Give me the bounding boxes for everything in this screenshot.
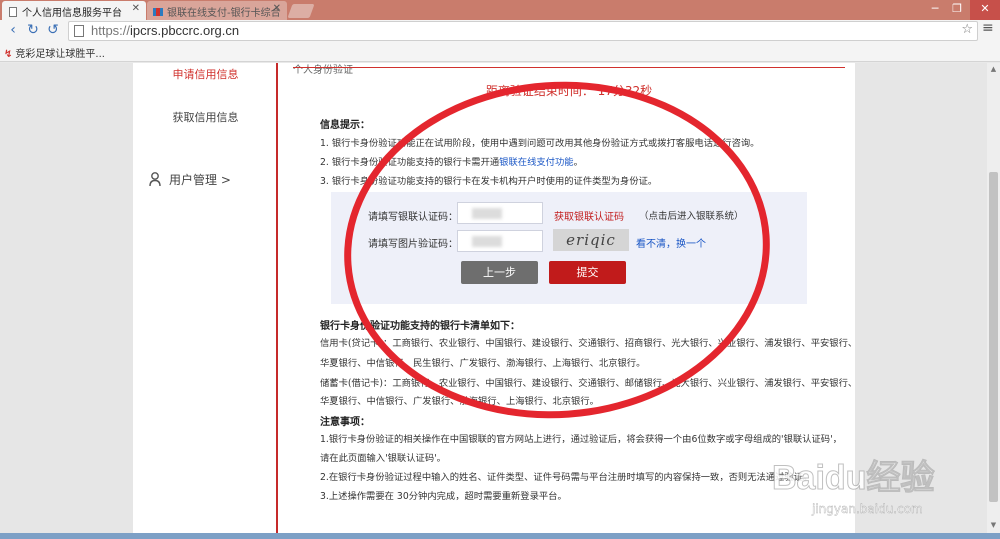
info-line-3: 3. 银行卡身份验证功能支持的银行卡在发卡机构开户时使用的证件类型为身份证。: [320, 176, 658, 187]
user-icon: [149, 172, 161, 187]
captcha-image[interactable]: eriqic: [553, 229, 629, 251]
minimize-icon[interactable]: ─: [924, 0, 946, 20]
unionpay-code-input[interactable]: [457, 202, 543, 224]
browser-toolbar: ‹ ↻ ↺ https://ipcrs.pbccrc.org.cn ☆: [0, 20, 1000, 42]
bookmarks-bar: ↯ 竞彩足球让球胜平...: [0, 42, 1000, 62]
page-icon: [74, 25, 84, 37]
unionpay-online-link[interactable]: 银联在线支付功能: [499, 157, 573, 168]
divider: [293, 67, 845, 68]
info-title: 信息提示：: [320, 120, 370, 131]
restore-icon[interactable]: ❐: [946, 0, 968, 20]
new-tab-button[interactable]: [287, 4, 315, 18]
bookmark-icon: ↯: [4, 49, 13, 60]
captcha-label: 请填写图片验证码：: [368, 239, 458, 250]
notes-title: 注意事项：: [320, 417, 370, 428]
credit-card-banks-2: 华夏银行、中信银行、民生银行、广发银行、渤海银行、上海银行、北京银行。: [320, 358, 646, 369]
reload-icon[interactable]: ↺: [44, 22, 62, 40]
captcha-input[interactable]: [457, 230, 543, 252]
info-line-1: 1. 银行卡身份验证功能正在试用阶段，使用中遇到问题可改用其他身份验证方式或拨打…: [320, 138, 760, 149]
close-tab-icon[interactable]: ✕: [273, 3, 281, 14]
note-line-1: 1.银行卡身份验证的相关操作在中国银联的官方网站上进行，通过验证后，将会获得一个…: [320, 434, 842, 445]
tab-label: 银联在线支付-银行卡综合: [167, 8, 281, 19]
sidebar: 申请信用信息 获取信用信息 用户管理 >: [133, 63, 278, 533]
blurred-value: [472, 208, 502, 219]
tab-unionpay[interactable]: 银联在线支付-银行卡综合 ✕: [147, 1, 287, 20]
tab-credit-platform[interactable]: 个人信用信息服务平台 ✕: [2, 1, 146, 20]
content-area: 个人身份验证 距离验证结束时间： 17分32秒 信息提示： 1. 银行卡身份验证…: [293, 63, 857, 533]
address-bar[interactable]: https://ipcrs.pbccrc.org.cn ☆: [68, 21, 978, 41]
tab-label: 个人信用信息服务平台: [22, 8, 122, 19]
get-unionpay-code-link[interactable]: 获取银联认证码: [554, 208, 624, 223]
watermark-url: jingyan.baidu.com: [812, 502, 923, 516]
credit-card-banks-1: 信用卡(贷记卡)：工商银行、农业银行、中国银行、建设银行、交通银行、招商银行、光…: [320, 338, 858, 349]
forward-icon[interactable]: ↻: [24, 22, 42, 40]
bookmark-star-icon[interactable]: ☆: [961, 22, 973, 37]
unionpay-icon: [153, 8, 163, 16]
countdown-timer: 距离验证结束时间： 17分32秒: [485, 84, 653, 98]
browser-tabbar: 个人信用信息服务平台 ✕ 银联在线支付-银行卡综合 ✕ ─ ❐ ✕: [0, 0, 1000, 20]
info-line-2: 2. 银行卡身份验证功能支持的银行卡需开通银联在线支付功能。: [320, 157, 583, 168]
back-button[interactable]: 上一步: [461, 261, 538, 284]
scrollbar[interactable]: ▲ ▼: [987, 63, 1000, 533]
bank-list-title: 银行卡身份验证功能支持的银行卡清单如下：: [320, 321, 520, 332]
scroll-thumb[interactable]: [989, 172, 998, 502]
main-panel: 申请信用信息 获取信用信息 用户管理 > 个人身份验证 距离验证结束时间： 17…: [133, 63, 857, 533]
sidebar-item-get[interactable]: 获取信用信息: [133, 109, 278, 125]
close-window-icon[interactable]: ✕: [970, 0, 1000, 20]
sidebar-item-user-management[interactable]: 用户管理 >: [149, 171, 231, 188]
baidu-watermark: Baidu经验 jingyan.baidu.com: [771, 450, 987, 530]
debit-card-banks-1: 储蓄卡(借记卡)：工商银行、农业银行、中国银行、建设银行、交通银行、邮储银行、光…: [320, 378, 858, 389]
bookmark-item[interactable]: ↯ 竞彩足球让球胜平...: [4, 45, 105, 60]
section-heading: 个人身份验证: [293, 65, 353, 76]
blurred-value: [472, 236, 502, 247]
close-tab-icon[interactable]: ✕: [132, 3, 140, 14]
note-line-2: 请在此页面输入'银联认证码'。: [320, 453, 446, 464]
get-code-hint: （点击后进入银联系统）: [639, 211, 744, 222]
watermark-logo: Baidu经验: [771, 459, 935, 498]
refresh-captcha-link[interactable]: 看不清，换一个: [636, 235, 706, 250]
page-icon: [9, 7, 17, 17]
unionpay-code-label: 请填写银联认证码：: [368, 212, 458, 223]
verification-form: 请填写银联认证码： 获取银联认证码 （点击后进入银联系统） 请填写图片验证码： …: [331, 192, 807, 304]
scroll-up-icon[interactable]: ▲: [987, 65, 1000, 75]
back-arrow-icon[interactable]: ‹: [4, 22, 22, 40]
os-taskbar: [0, 533, 1000, 539]
url-text: https://ipcrs.pbccrc.org.cn: [91, 23, 240, 38]
debit-card-banks-2: 华夏银行、中信银行、广发银行、渤海银行、上海银行、北京银行。: [320, 396, 599, 407]
scroll-down-icon[interactable]: ▼: [987, 521, 1000, 531]
note-line-4: 3.上述操作需要在 30分钟内完成，超时需要重新登录平台。: [320, 491, 567, 502]
menu-icon[interactable]: ≡: [982, 21, 996, 36]
sidebar-item-apply[interactable]: 申请信用信息: [133, 66, 278, 82]
note-line-3: 2.在银行卡身份验证过程中输入的姓名、证件类型、证件号码需与平台注册时填写的内容…: [320, 472, 813, 483]
submit-button[interactable]: 提交: [549, 261, 626, 284]
